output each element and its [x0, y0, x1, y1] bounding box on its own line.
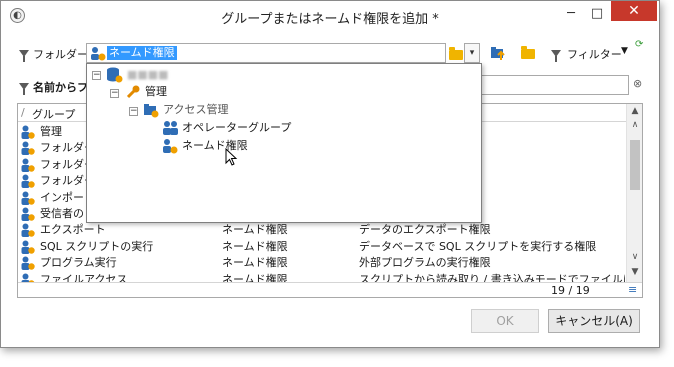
cell-group-name: SQL スクリプトの実行: [40, 239, 154, 253]
filter-menu-label[interactable]: フィルター: [567, 46, 622, 62]
cancel-button[interactable]: キャンセル(A): [548, 309, 640, 333]
wrench-icon: [126, 85, 140, 99]
folder-user-icon: [144, 104, 159, 118]
folder-icon[interactable]: [449, 47, 463, 60]
operator-group-icon: [163, 121, 178, 135]
folder-label: フォルダー:: [33, 48, 92, 61]
minimize-button[interactable]: ─: [561, 7, 581, 23]
title-bar: ◐ グループまたはネームド権限を追加 * ─ □ ✕: [1, 1, 659, 31]
named-right-icon: [21, 256, 35, 271]
list-options-icon[interactable]: ≡: [628, 283, 637, 296]
open-folder-icon[interactable]: [521, 46, 535, 59]
dialog-window: ◐ グループまたはネームド権限を追加 * ─ □ ✕ フォルダー: ネームド権限…: [0, 0, 660, 348]
cell-description: データベースで SQL スクリプトを実行する権限: [359, 239, 597, 253]
cell-group-name: プログラム実行: [40, 256, 117, 270]
ok-button[interactable]: OK: [471, 309, 539, 333]
record-count: 19 / 19: [551, 284, 590, 297]
tree-node-admin[interactable]: 管理: [145, 84, 167, 100]
scroll-up-double-icon[interactable]: ∧: [627, 120, 642, 130]
table-row[interactable]: プログラム実行 ネームド権限 外部プログラムの実行権限: [18, 255, 626, 271]
filter-menu-chevron-icon[interactable]: ▼: [621, 46, 628, 56]
table-row[interactable]: SQL スクリプトの実行 ネームド権限 データベースで SQL スクリプトを実行する…: [18, 239, 626, 255]
named-rights-icon: [163, 139, 178, 154]
named-right-icon: [21, 141, 35, 156]
scroll-up-icon[interactable]: ▲: [627, 106, 642, 116]
refresh-icon[interactable]: ⟳: [635, 39, 643, 50]
database-icon: [107, 67, 123, 83]
named-right-icon: [21, 207, 35, 221]
folder-up-icon[interactable]: [490, 45, 506, 61]
user-group-icon: [91, 47, 106, 61]
tree-expander-access[interactable]: −: [129, 107, 138, 116]
cell-description: データのエクスポート権限: [359, 223, 491, 237]
cell-group-name: エクスポート: [40, 223, 106, 237]
named-right-icon: [21, 240, 35, 254]
named-right-icon: [21, 125, 35, 139]
column-header-group[interactable]: グループ: [32, 106, 75, 122]
scrollbar-thumb[interactable]: [630, 140, 640, 190]
cell-type: ネームド権限: [222, 223, 288, 237]
folder-dropdown-button[interactable]: ▾: [464, 43, 480, 63]
maximize-button[interactable]: □: [587, 7, 607, 23]
vertical-scrollbar[interactable]: ▲ ∧ ∨ ▼: [626, 104, 642, 282]
folder-selected-value: ネームド権限: [107, 46, 177, 60]
tree-expander-admin[interactable]: −: [110, 89, 119, 98]
named-right-icon: [21, 191, 35, 205]
scroll-down-icon[interactable]: ∨: [627, 252, 642, 262]
mouse-cursor-icon: [225, 148, 238, 166]
named-right-icon: [21, 223, 35, 238]
tree-node-access-management[interactable]: アクセス管理: [163, 102, 228, 118]
grid-footer: 19 / 19 ≡: [18, 282, 642, 297]
table-row[interactable]: エクスポート ネームド権限 データのエクスポート権限: [18, 222, 626, 238]
cell-type: ネームド権限: [222, 256, 288, 270]
folder-combobox[interactable]: ネームド権限: [86, 43, 446, 63]
scroll-down-double-icon[interactable]: ▼: [627, 267, 642, 277]
name-search-input[interactable]: [481, 75, 629, 95]
tree-node-operator-groups[interactable]: オペレーターグループ: [182, 120, 291, 136]
tree-node-root[interactable]: ■■■■: [127, 67, 169, 83]
name-filter-label: 名前からフ: [33, 81, 88, 94]
folder-filter-icon: [19, 47, 29, 62]
tree-expander-root[interactable]: −: [92, 71, 101, 80]
clear-search-icon[interactable]: ⊗: [633, 77, 642, 90]
filter-icon: [551, 47, 561, 62]
folder-tree-dropdown[interactable]: − ■■■■ − 管理 − アクセス管理 オペレーターグループ ネームド権限: [86, 63, 482, 223]
sort-indicator-icon: /: [21, 106, 25, 119]
cell-type: ネームド権限: [222, 239, 288, 253]
name-filter-icon: [19, 80, 29, 95]
named-right-icon: [21, 158, 35, 172]
named-right-icon: [21, 174, 35, 189]
cell-description: 外部プログラムの実行権限: [359, 256, 491, 270]
close-button[interactable]: ✕: [611, 1, 657, 21]
